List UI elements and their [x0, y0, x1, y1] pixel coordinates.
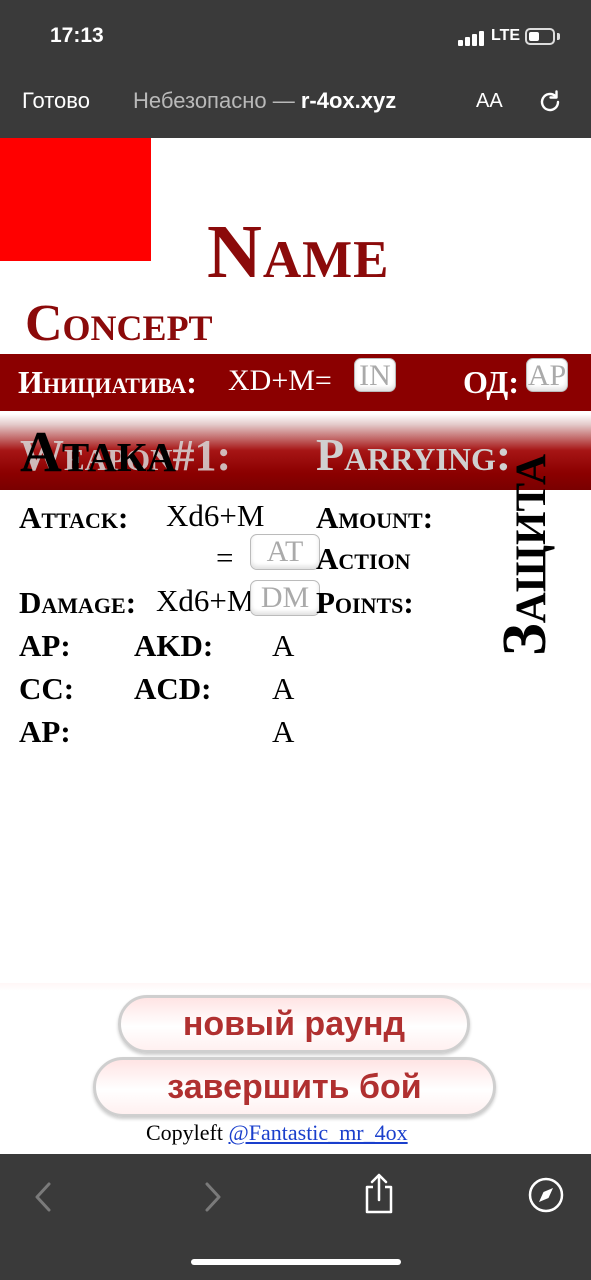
forward-icon[interactable]	[202, 1180, 224, 1214]
damage-formula: Xd6+M	[156, 583, 255, 618]
attack-label: Attack:	[19, 500, 129, 535]
url-security-label: Небезопасно —	[133, 88, 301, 113]
stat-value: A	[272, 671, 295, 706]
author-link[interactable]: @Fantastic_mr_4ox	[229, 1120, 408, 1145]
share-icon[interactable]	[362, 1172, 396, 1216]
action-points-input[interactable]: AP	[526, 358, 568, 392]
reload-icon[interactable]	[536, 88, 564, 116]
initiative-bar: Инициатива: XD+M= IN ОД: AP	[0, 354, 591, 411]
amount-label: Amount:	[316, 500, 434, 535]
url-domain: r-4ox.xyz	[300, 88, 397, 113]
stat-value: A	[272, 714, 295, 749]
stat-value: A	[272, 628, 295, 663]
carrier-label: LTE	[491, 27, 521, 44]
done-button[interactable]: Готово	[22, 88, 90, 114]
character-concept: Concept	[25, 295, 213, 352]
initiative-label: Инициатива:	[18, 364, 197, 400]
home-indicator	[191, 1259, 401, 1265]
points-label: Points:	[316, 585, 414, 620]
damage-result-input[interactable]: DM	[250, 580, 320, 616]
action-label: Action	[316, 541, 411, 576]
parrying-label: Parrying:	[316, 429, 512, 480]
new-round-button[interactable]: новый раунд	[118, 995, 470, 1053]
page-content: Name Concept Инициатива: XD+M= IN ОД: AP…	[0, 138, 591, 1154]
status-bar: 17:13 LTE	[0, 0, 591, 70]
status-time: 17:13	[50, 24, 104, 47]
attack-equals: =	[216, 540, 234, 575]
stat-label-2: ACD:	[134, 671, 212, 706]
url-field[interactable]: Небезопасно — r-4ox.xyz	[133, 88, 453, 114]
back-icon[interactable]	[32, 1180, 54, 1214]
divider	[0, 983, 591, 991]
attack-title: Атака	[20, 419, 177, 484]
stat-label: AP:	[19, 628, 71, 663]
battery-tip	[557, 33, 560, 40]
attack-formula: Xd6+M	[166, 498, 265, 533]
damage-label: Damage:	[19, 585, 137, 620]
defense-title: Защита	[491, 453, 559, 656]
action-points-label: ОД:	[463, 364, 519, 400]
compass-icon[interactable]	[527, 1176, 565, 1214]
signal-icon	[458, 30, 486, 46]
stat-label: CC:	[19, 671, 75, 706]
battery-icon	[525, 28, 555, 45]
attack-result-input[interactable]: AT	[250, 534, 320, 570]
initiative-input[interactable]: IN	[354, 358, 396, 392]
initiative-formula: XD+M=	[228, 364, 332, 397]
copyleft-footer: Copyleft @Fantastic_mr_4ox	[146, 1120, 408, 1146]
character-name: Name	[207, 210, 390, 294]
copyleft-text: Copyleft	[146, 1120, 229, 1145]
portrait-placeholder	[0, 138, 151, 261]
browser-address-bar: Готово Небезопасно — r-4ox.xyz AA	[0, 70, 591, 138]
stat-label-2: AKD:	[134, 628, 214, 663]
end-battle-button[interactable]: завершить бой	[93, 1057, 496, 1117]
text-size-button[interactable]: AA	[476, 90, 503, 113]
stat-label: AP:	[19, 714, 71, 749]
